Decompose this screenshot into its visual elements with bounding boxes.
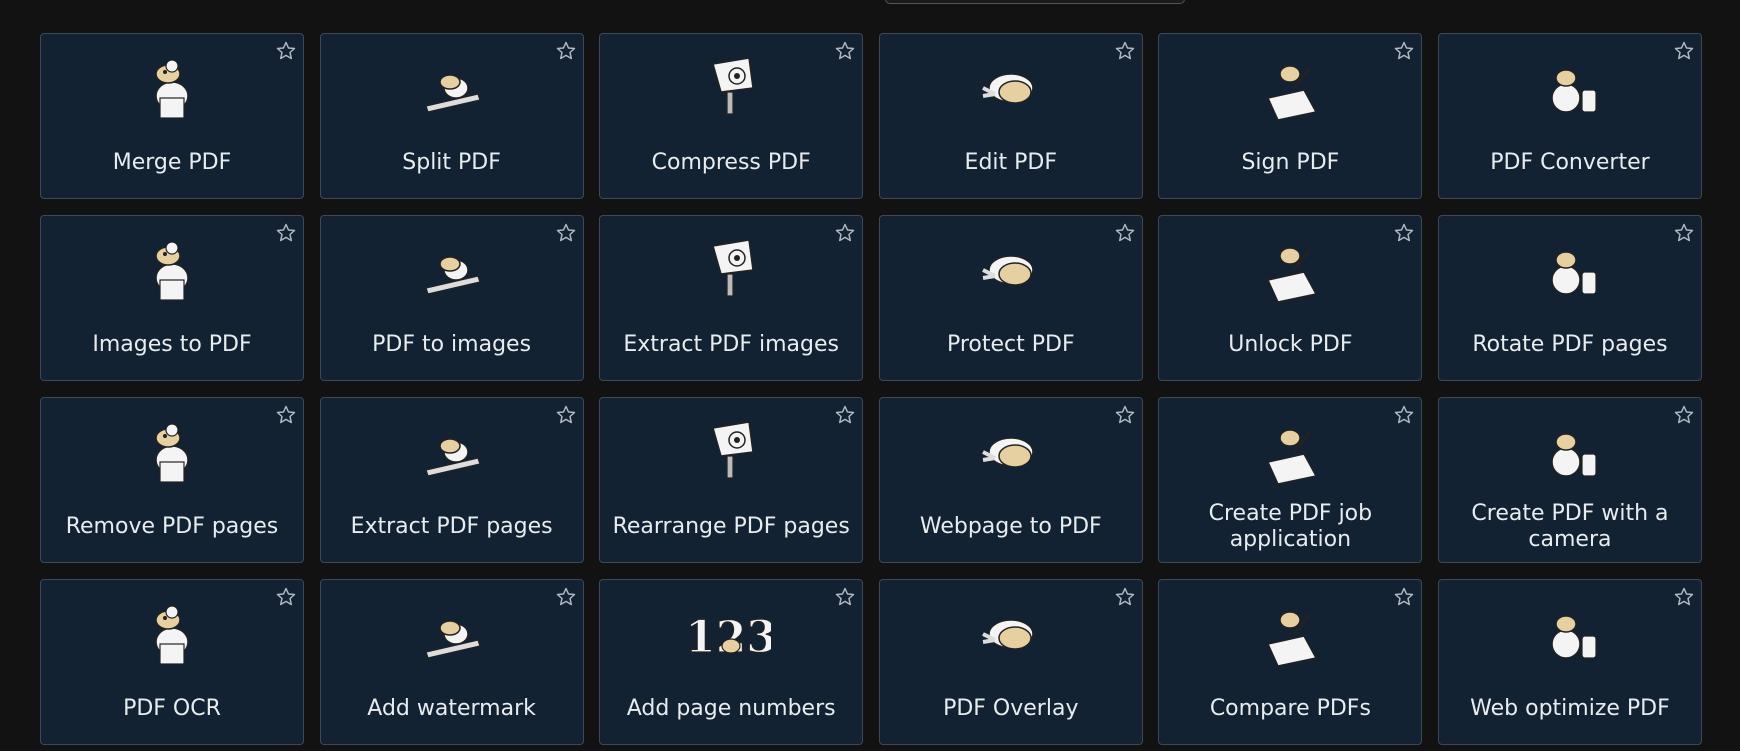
tool-card[interactable]: Sign PDF	[1158, 33, 1423, 199]
favorite-star-icon[interactable]	[833, 221, 857, 245]
favorite-star-icon[interactable]	[554, 39, 578, 63]
tool-card[interactable]: 123 Add page numbers	[599, 579, 864, 745]
compress-pdf-illustration-icon	[691, 48, 771, 128]
tool-card[interactable]: Rearrange PDF pages	[599, 397, 864, 563]
tool-card[interactable]: Protect PDF	[878, 215, 1143, 381]
tool-card-label: Create PDF with a camera	[1471, 501, 1669, 552]
tool-card-label: Edit PDF	[964, 150, 1058, 175]
favorite-star-icon[interactable]	[1392, 221, 1416, 245]
tool-card-label: Extract PDF images	[623, 332, 839, 357]
protect-pdf-illustration-icon	[971, 230, 1051, 310]
tool-card[interactable]: Create PDF with a camera	[1437, 397, 1702, 563]
tool-card-label: PDF Overlay	[943, 696, 1079, 721]
images-to-pdf-illustration-icon	[132, 230, 212, 310]
tool-card-label: Create PDF job application	[1208, 501, 1373, 552]
tool-card-label: Webpage to PDF	[919, 514, 1102, 539]
tool-card[interactable]: Compress PDF	[599, 33, 864, 199]
tool-card[interactable]: Create PDF job application	[1158, 397, 1423, 563]
tool-card[interactable]: Extract PDF pages	[319, 397, 584, 563]
favorite-star-icon[interactable]	[274, 39, 298, 63]
extract-pdf-images-illustration-icon	[691, 230, 771, 310]
favorite-star-icon[interactable]	[833, 39, 857, 63]
edit-pdf-illustration-icon	[971, 48, 1051, 128]
pdf-to-images-illustration-icon	[412, 230, 492, 310]
web-optimize-pdf-illustration-icon	[1530, 594, 1610, 674]
favorite-star-icon[interactable]	[833, 403, 857, 427]
webpage-to-pdf-illustration-icon	[971, 412, 1051, 492]
tool-card[interactable]: Extract PDF images	[599, 215, 864, 381]
add-watermark-illustration-icon	[412, 594, 492, 674]
favorite-star-icon[interactable]	[554, 585, 578, 609]
tool-card[interactable]: Images to PDF	[40, 215, 304, 381]
favorite-star-icon[interactable]	[1113, 39, 1137, 63]
tool-card-label: Rearrange PDF pages	[612, 514, 850, 539]
unlock-pdf-illustration-icon	[1250, 230, 1330, 310]
tool-card-label: PDF Converter	[1490, 150, 1650, 175]
tool-card[interactable]: Merge PDF	[40, 33, 304, 199]
tool-card-label: Web optimize PDF	[1470, 696, 1670, 721]
tool-card-label: Compare PDFs	[1209, 696, 1371, 721]
tool-card-label: PDF OCR	[123, 696, 221, 721]
tool-card-label: Merge PDF	[112, 150, 232, 175]
favorite-star-icon[interactable]	[1113, 585, 1137, 609]
favorite-star-icon[interactable]	[833, 585, 857, 609]
sign-pdf-illustration-icon	[1250, 48, 1330, 128]
tool-card[interactable]: PDF Overlay	[878, 579, 1143, 745]
favorite-star-icon[interactable]	[274, 403, 298, 427]
tool-card[interactable]: Compare PDFs	[1158, 579, 1423, 745]
tool-card-label: Add page numbers	[626, 696, 836, 721]
tool-card-label: PDF to images	[372, 332, 532, 357]
tool-card-label: Images to PDF	[92, 332, 252, 357]
split-pdf-illustration-icon	[412, 48, 492, 128]
pdf-ocr-illustration-icon	[132, 594, 212, 674]
tool-card[interactable]: Web optimize PDF	[1437, 579, 1702, 745]
tool-card[interactable]: Unlock PDF	[1158, 215, 1423, 381]
favorite-star-icon[interactable]	[274, 585, 298, 609]
page-numbers-illustration-text: 123	[691, 612, 771, 663]
create-pdf-job-application-illustration-icon	[1250, 412, 1330, 492]
tool-card-label: Add watermark	[367, 696, 536, 721]
favorite-star-icon[interactable]	[1672, 39, 1696, 63]
tool-card[interactable]: Split PDF	[319, 33, 584, 199]
favorite-star-icon[interactable]	[1392, 585, 1416, 609]
tool-card-label: Extract PDF pages	[350, 514, 553, 539]
favorite-star-icon[interactable]	[554, 403, 578, 427]
rearrange-pdf-pages-illustration-icon	[691, 412, 771, 492]
remove-pdf-pages-illustration-icon	[132, 412, 212, 492]
tool-card[interactable]: PDF Converter	[1437, 33, 1702, 199]
merge-pdf-illustration-icon	[132, 48, 212, 128]
tool-grid: Merge PDF Split PDF Compress PDF Edit PD…	[40, 33, 1702, 745]
tool-card[interactable]: Edit PDF	[878, 33, 1143, 199]
favorite-star-icon[interactable]	[1672, 585, 1696, 609]
tool-card-label: Sign PDF	[1241, 150, 1340, 175]
favorite-star-icon[interactable]	[1392, 403, 1416, 427]
favorite-star-icon[interactable]	[1392, 39, 1416, 63]
favorite-star-icon[interactable]	[1672, 403, 1696, 427]
tool-card[interactable]: Remove PDF pages	[40, 397, 304, 563]
favorite-star-icon[interactable]	[1113, 221, 1137, 245]
extract-pdf-pages-illustration-icon	[412, 412, 492, 492]
tool-card[interactable]: Rotate PDF pages	[1437, 215, 1702, 381]
search-field-edge[interactable]	[885, 0, 1185, 4]
tool-card-label: Compress PDF	[651, 150, 811, 175]
tool-card[interactable]: Webpage to PDF	[878, 397, 1143, 563]
rotate-pdf-pages-illustration-icon	[1530, 230, 1610, 310]
tool-card-label: Split PDF	[402, 150, 501, 175]
tool-card-label: Protect PDF	[946, 332, 1075, 357]
tool-card[interactable]: PDF to images	[319, 215, 584, 381]
add-page-numbers-illustration-icon: 123	[691, 594, 771, 674]
tool-card[interactable]: Add watermark	[319, 579, 584, 745]
tool-card[interactable]: PDF OCR	[40, 579, 304, 745]
favorite-star-icon[interactable]	[554, 221, 578, 245]
pdf-converter-illustration-icon	[1530, 48, 1610, 128]
favorite-star-icon[interactable]	[274, 221, 298, 245]
create-pdf-with-camera-illustration-icon	[1530, 412, 1610, 492]
tool-card-label: Remove PDF pages	[65, 514, 279, 539]
compare-pdfs-illustration-icon	[1250, 594, 1330, 674]
tool-card-label: Rotate PDF pages	[1472, 332, 1668, 357]
favorite-star-icon[interactable]	[1672, 221, 1696, 245]
tool-card-label: Unlock PDF	[1228, 332, 1353, 357]
favorite-star-icon[interactable]	[1113, 403, 1137, 427]
pdf-overlay-illustration-icon	[971, 594, 1051, 674]
